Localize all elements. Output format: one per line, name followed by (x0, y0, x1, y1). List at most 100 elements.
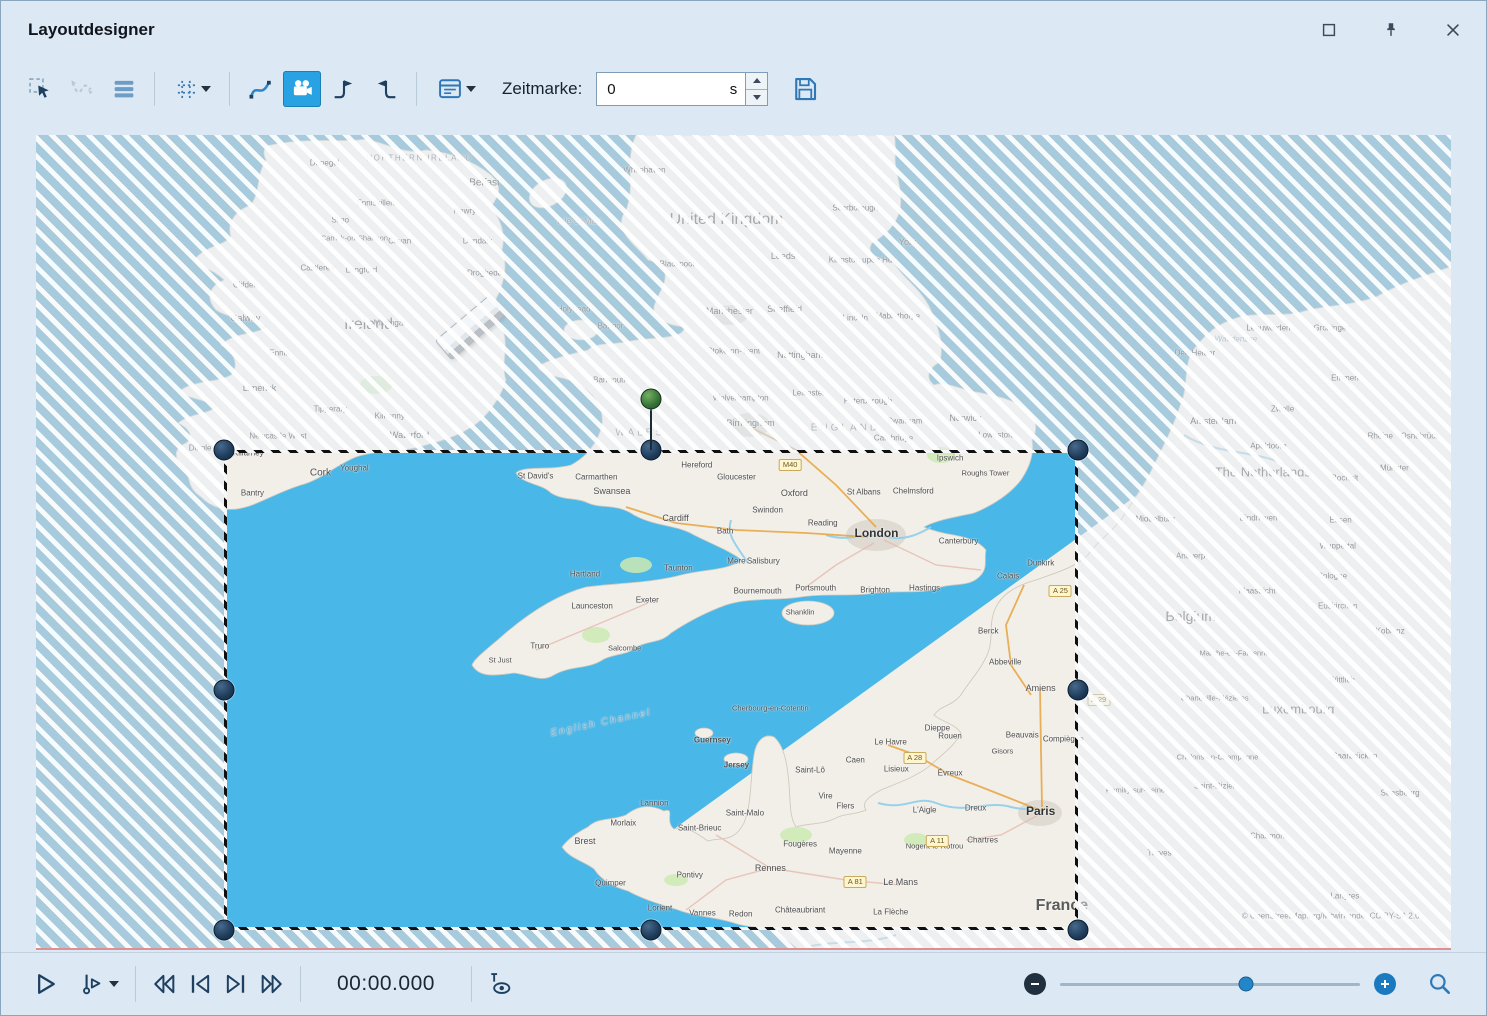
rotation-handle[interactable] (641, 389, 662, 410)
map-label: Saint-Lô (795, 765, 825, 774)
map-label: Pontivy (677, 871, 703, 880)
selection-handle[interactable] (214, 920, 235, 941)
selection-handle[interactable] (1068, 440, 1089, 461)
map-label: Apeldoorn (1250, 442, 1286, 451)
fast-forward-button[interactable] (254, 966, 290, 1002)
camera-viewport-selection[interactable]: NORTHERN IRELANDDonegalBelfastEnniskille… (224, 450, 1078, 930)
zeitmarke-input[interactable] (605, 80, 726, 99)
route-points-button[interactable] (63, 71, 101, 107)
maximize-button[interactable] (1318, 19, 1340, 41)
map-label: Cardiff (662, 513, 688, 523)
map-label: Morlaix (610, 818, 636, 827)
map-label: St Just (489, 655, 512, 664)
spin-down-icon (753, 95, 761, 100)
play-button[interactable] (27, 966, 63, 1002)
separator (154, 72, 155, 106)
map-label: Luxembourg (1262, 701, 1334, 716)
map-label: Lorient (648, 903, 672, 912)
magnifier-button[interactable] (1422, 966, 1458, 1002)
grid-dropdown-caret[interactable] (201, 86, 211, 92)
map-label: Troyes (1147, 849, 1171, 858)
zoom-in-button[interactable] (1374, 973, 1396, 995)
camera-tool-button[interactable] (283, 71, 321, 107)
map-label: Killarney (233, 453, 264, 457)
map-attribution: © OpenStreetMap.org/Mitwirkende, CC BY-S… (1240, 911, 1422, 920)
selection-handle[interactable] (1068, 680, 1089, 701)
spin-down-button[interactable] (746, 89, 767, 106)
flag-start-button[interactable] (325, 71, 363, 107)
map-label: Swindon (752, 505, 783, 514)
map-label: Abbeville (989, 658, 1021, 667)
map-label: Évreux (938, 769, 963, 778)
map-label: Blackpool (660, 259, 695, 268)
storyboard-button[interactable] (428, 71, 484, 107)
camera-icon (289, 76, 315, 102)
map-label: Belgium (1165, 608, 1216, 624)
map-label: Carrick-on-Shannon (321, 233, 388, 242)
save-button[interactable] (786, 71, 824, 107)
map-label: Le Havre (874, 738, 906, 747)
spin-up-button[interactable] (746, 73, 767, 89)
zoom-slider-track[interactable] (1060, 983, 1360, 986)
flag-end-button[interactable] (367, 71, 405, 107)
map-label: Chelmsford (893, 487, 934, 496)
window-title: Layoutdesigner (28, 20, 155, 40)
map-label: Chaumont (1250, 831, 1287, 840)
map-label: Whitehaven (623, 166, 665, 175)
map-label: Lisieux (884, 765, 909, 774)
select-icon (26, 75, 54, 103)
visibility-marker-button[interactable] (482, 966, 518, 1002)
map-label: Saint-Dizier (1194, 782, 1235, 791)
play-from-marker-button[interactable] (73, 966, 125, 1002)
spin-up-icon (753, 78, 761, 83)
pin-button[interactable] (1380, 19, 1402, 41)
close-button[interactable] (1442, 19, 1464, 41)
object-list-button[interactable] (105, 71, 143, 107)
map-label: Saint-Brieuc (678, 823, 722, 832)
fast-backward-button[interactable] (146, 966, 182, 1002)
map-label: Leeds (771, 251, 796, 261)
layout-canvas[interactable]: NORTHERN IRELANDDonegalBelfastEnniskille… (36, 135, 1451, 950)
zoom-slider[interactable] (1060, 973, 1360, 995)
zoom-slider-thumb[interactable] (1239, 977, 1254, 992)
map-label: Saint-Malo (726, 809, 764, 818)
map-label: Kilkenny (375, 412, 405, 421)
select-tool-button[interactable] (21, 71, 59, 107)
map-label: Rennes (755, 863, 786, 873)
map-label: France (1036, 897, 1075, 915)
storyboard-dropdown-caret[interactable] (466, 86, 476, 92)
object-list-icon (110, 75, 138, 103)
map-label: Manchester (706, 306, 753, 316)
map-label: Enniskillen (356, 198, 394, 207)
selection-handle[interactable] (214, 440, 235, 461)
road-shield: A 25 (1049, 585, 1072, 597)
curve-tool-button[interactable] (241, 71, 279, 107)
map-label: Wuppertal (1320, 541, 1356, 550)
play-options-caret[interactable] (109, 981, 119, 987)
separator (135, 966, 136, 1002)
map-label: Romilly-sur-Seine (1106, 786, 1165, 795)
map-label: Kingston upon Hull (829, 255, 896, 264)
separator (416, 72, 417, 106)
map-label: Carmarthen (575, 473, 617, 482)
zoom-out-button[interactable] (1024, 973, 1046, 995)
map-label: Nottingham (777, 350, 823, 360)
next-frame-button[interactable] (218, 966, 254, 1002)
map-label: Ipswich (937, 453, 964, 462)
map-label: Flers (836, 801, 854, 810)
map-label: Oxford (781, 488, 808, 498)
map-label: Vire (819, 791, 833, 800)
map-label: Tipperary (314, 404, 348, 413)
previous-frame-button[interactable] (182, 966, 218, 1002)
zeitmarke-field: s (596, 72, 746, 106)
selection-handle[interactable] (1068, 920, 1089, 941)
transport-bar: 00:00.000 (1, 952, 1486, 1015)
selection-handle[interactable] (214, 680, 235, 701)
next-frame-icon (222, 970, 250, 998)
map-label: Waterford (390, 430, 429, 440)
map-labels: NORTHERN IRELANDDonegalBelfastEnniskille… (227, 453, 1075, 927)
grid-button[interactable] (166, 71, 218, 107)
selection-handle[interactable] (641, 920, 662, 941)
map-label: Strasbourg (1380, 788, 1419, 797)
map-label: Swansea (593, 486, 630, 496)
